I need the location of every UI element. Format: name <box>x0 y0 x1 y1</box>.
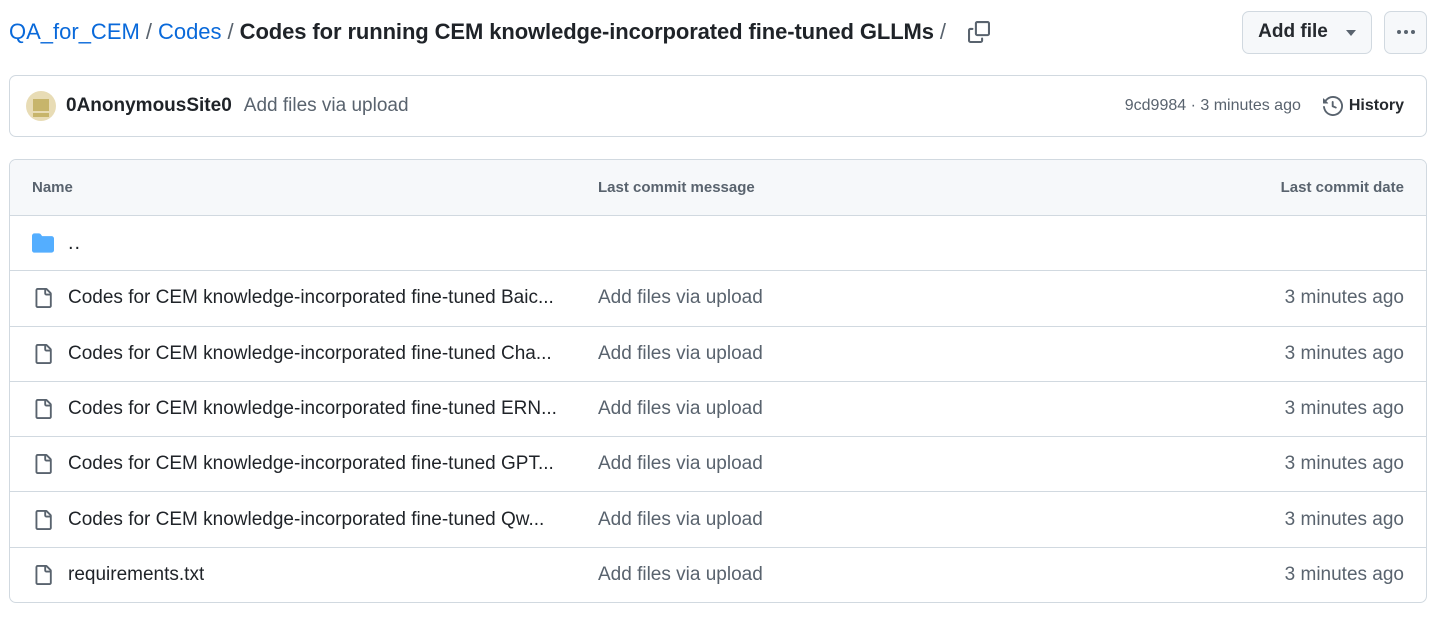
breadcrumb-separator: / <box>145 19 152 44</box>
table-header: Name Last commit message Last commit dat… <box>10 160 1426 216</box>
header-commit-date: Last commit date <box>1280 179 1404 196</box>
breadcrumb-separator: / <box>227 19 234 44</box>
more-options-button[interactable] <box>1384 10 1427 54</box>
history-button[interactable]: History <box>1322 96 1404 116</box>
triangle-down-icon <box>1345 30 1356 36</box>
file-icon <box>32 343 54 365</box>
file-icon <box>32 509 54 531</box>
file-name-link[interactable]: Codes for CEM knowledge-incorporated fin… <box>68 343 552 365</box>
history-icon <box>1322 96 1343 116</box>
header-actions: Add file <box>1242 10 1427 54</box>
row-commit-message[interactable]: Add files via upload <box>598 509 1126 531</box>
commit-sha-and-time[interactable]: 9cd9984 · 3 minutes ago <box>1125 97 1301 115</box>
table-row[interactable]: Codes for CEM knowledge-incorporated fin… <box>10 492 1426 548</box>
table-row[interactable]: Codes for CEM knowledge-incorporated fin… <box>10 382 1426 438</box>
row-commit-message[interactable]: Add files via upload <box>598 453 1126 475</box>
row-commit-message[interactable]: Add files via upload <box>598 287 1126 309</box>
breadcrumb: QA_for_CEM / Codes / Codes for running C… <box>9 19 1242 45</box>
file-name-link[interactable]: Codes for CEM knowledge-incorporated fin… <box>68 398 557 420</box>
breadcrumb-repo-link[interactable]: QA_for_CEM <box>9 19 140 45</box>
commit-message-link[interactable]: Add files via upload <box>244 95 409 117</box>
file-icon <box>32 453 54 475</box>
copy-path-button[interactable] <box>966 19 992 45</box>
file-icon <box>32 398 54 420</box>
row-commit-message[interactable]: Add files via upload <box>598 564 1126 586</box>
avatar[interactable] <box>26 91 56 121</box>
file-name-link[interactable]: requirements.txt <box>68 564 204 586</box>
row-commit-date: 3 minutes ago <box>1284 564 1404 586</box>
row-commit-date: 3 minutes ago <box>1284 398 1404 420</box>
file-name-link[interactable]: Codes for CEM knowledge-incorporated fin… <box>68 509 544 531</box>
file-name-link[interactable]: Codes for CEM knowledge-incorporated fin… <box>68 453 554 475</box>
table-row[interactable]: Codes for CEM knowledge-incorporated fin… <box>10 437 1426 493</box>
row-commit-date: 3 minutes ago <box>1284 508 1404 530</box>
file-icon <box>32 564 54 586</box>
commit-author-link[interactable]: 0AnonymousSite0 <box>66 95 232 117</box>
parent-directory-link[interactable]: .. <box>68 232 81 255</box>
file-name-link[interactable]: Codes for CEM knowledge-incorporated fin… <box>68 287 554 309</box>
table-row[interactable]: Codes for CEM knowledge-incorporated fin… <box>10 327 1426 382</box>
row-commit-date: 3 minutes ago <box>1284 342 1404 364</box>
file-table: Name Last commit message Last commit dat… <box>9 159 1427 603</box>
history-label: History <box>1348 97 1404 114</box>
row-commit-message[interactable]: Add files via upload <box>598 398 1126 420</box>
breadcrumb-folder-link[interactable]: Codes <box>158 19 222 45</box>
commit-info: 9cd9984 · 3 minutes ago History <box>1125 96 1404 116</box>
folder-icon <box>32 232 54 254</box>
breadcrumb-separator: / <box>939 19 947 44</box>
header-name: Name <box>32 179 73 196</box>
header-commit-message: Last commit message <box>598 179 755 196</box>
table-row[interactable]: requirements.txt Add files via upload 3 … <box>10 548 1426 602</box>
latest-commit-bar: 0AnonymousSite0 Add files via upload 9cd… <box>9 75 1427 137</box>
copy-icon <box>968 21 991 43</box>
parent-directory-row[interactable]: .. <box>10 216 1426 272</box>
row-commit-message[interactable]: Add files via upload <box>598 343 1126 365</box>
kebab-horizontal-icon <box>1396 30 1401 34</box>
row-commit-date: 3 minutes ago <box>1284 287 1404 309</box>
add-file-label: Add file <box>1258 21 1328 42</box>
breadcrumb-current: Codes for running CEM knowledge-incorpor… <box>239 19 934 44</box>
row-commit-date: 3 minutes ago <box>1284 453 1404 475</box>
table-row[interactable]: Codes for CEM knowledge-incorporated fin… <box>10 271 1426 327</box>
add-file-button[interactable]: Add file <box>1242 10 1372 54</box>
page-header: QA_for_CEM / Codes / Codes for running C… <box>9 10 1427 54</box>
file-icon <box>32 287 54 309</box>
